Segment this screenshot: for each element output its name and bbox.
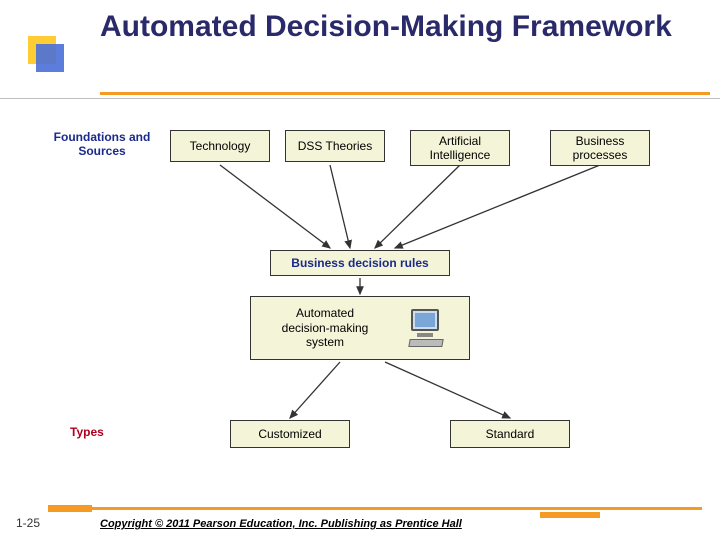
footer-accent2-icon (540, 512, 600, 518)
box-standard: Standard (450, 420, 570, 448)
system-text-line3: system (265, 335, 385, 349)
slide: Automated Decision-Making Framework Foun… (0, 0, 720, 540)
page-number: 1-25 (16, 516, 40, 530)
box-business-decision-rules: Business decision rules (270, 250, 450, 276)
slide-title: Automated Decision-Making Framework (100, 10, 672, 45)
system-text-line2: decision-making (265, 321, 385, 335)
box-customized: Customized (230, 420, 350, 448)
box-automated-system: Automated decision-making system (250, 296, 470, 360)
foundations-label: Foundations and Sources (52, 130, 152, 159)
title-bullet-icon (28, 36, 56, 64)
box-artificial-intelligence: Artificial Intelligence (410, 130, 510, 166)
box-business-processes: Business processes (550, 130, 650, 166)
computer-icon (411, 309, 439, 331)
footer-accent-icon (48, 505, 92, 512)
footer-line-icon (92, 507, 702, 510)
system-text-line1: Automated (265, 306, 385, 320)
system-text-group: Automated decision-making system (265, 306, 385, 349)
footer: 1-25 Copyright © 2011 Pearson Education,… (0, 504, 720, 540)
title-underline-icon (100, 92, 710, 95)
rules-text: Business decision rules (291, 256, 428, 270)
types-label: Types (70, 425, 104, 439)
copyright-text: Copyright © 2011 Pearson Education, Inc.… (100, 518, 462, 530)
title-underline-secondary-icon (0, 98, 720, 99)
diagram: Foundations and Sources Types Technology… (40, 130, 700, 490)
box-dss-theories: DSS Theories (285, 130, 385, 162)
box-technology: Technology (170, 130, 270, 162)
